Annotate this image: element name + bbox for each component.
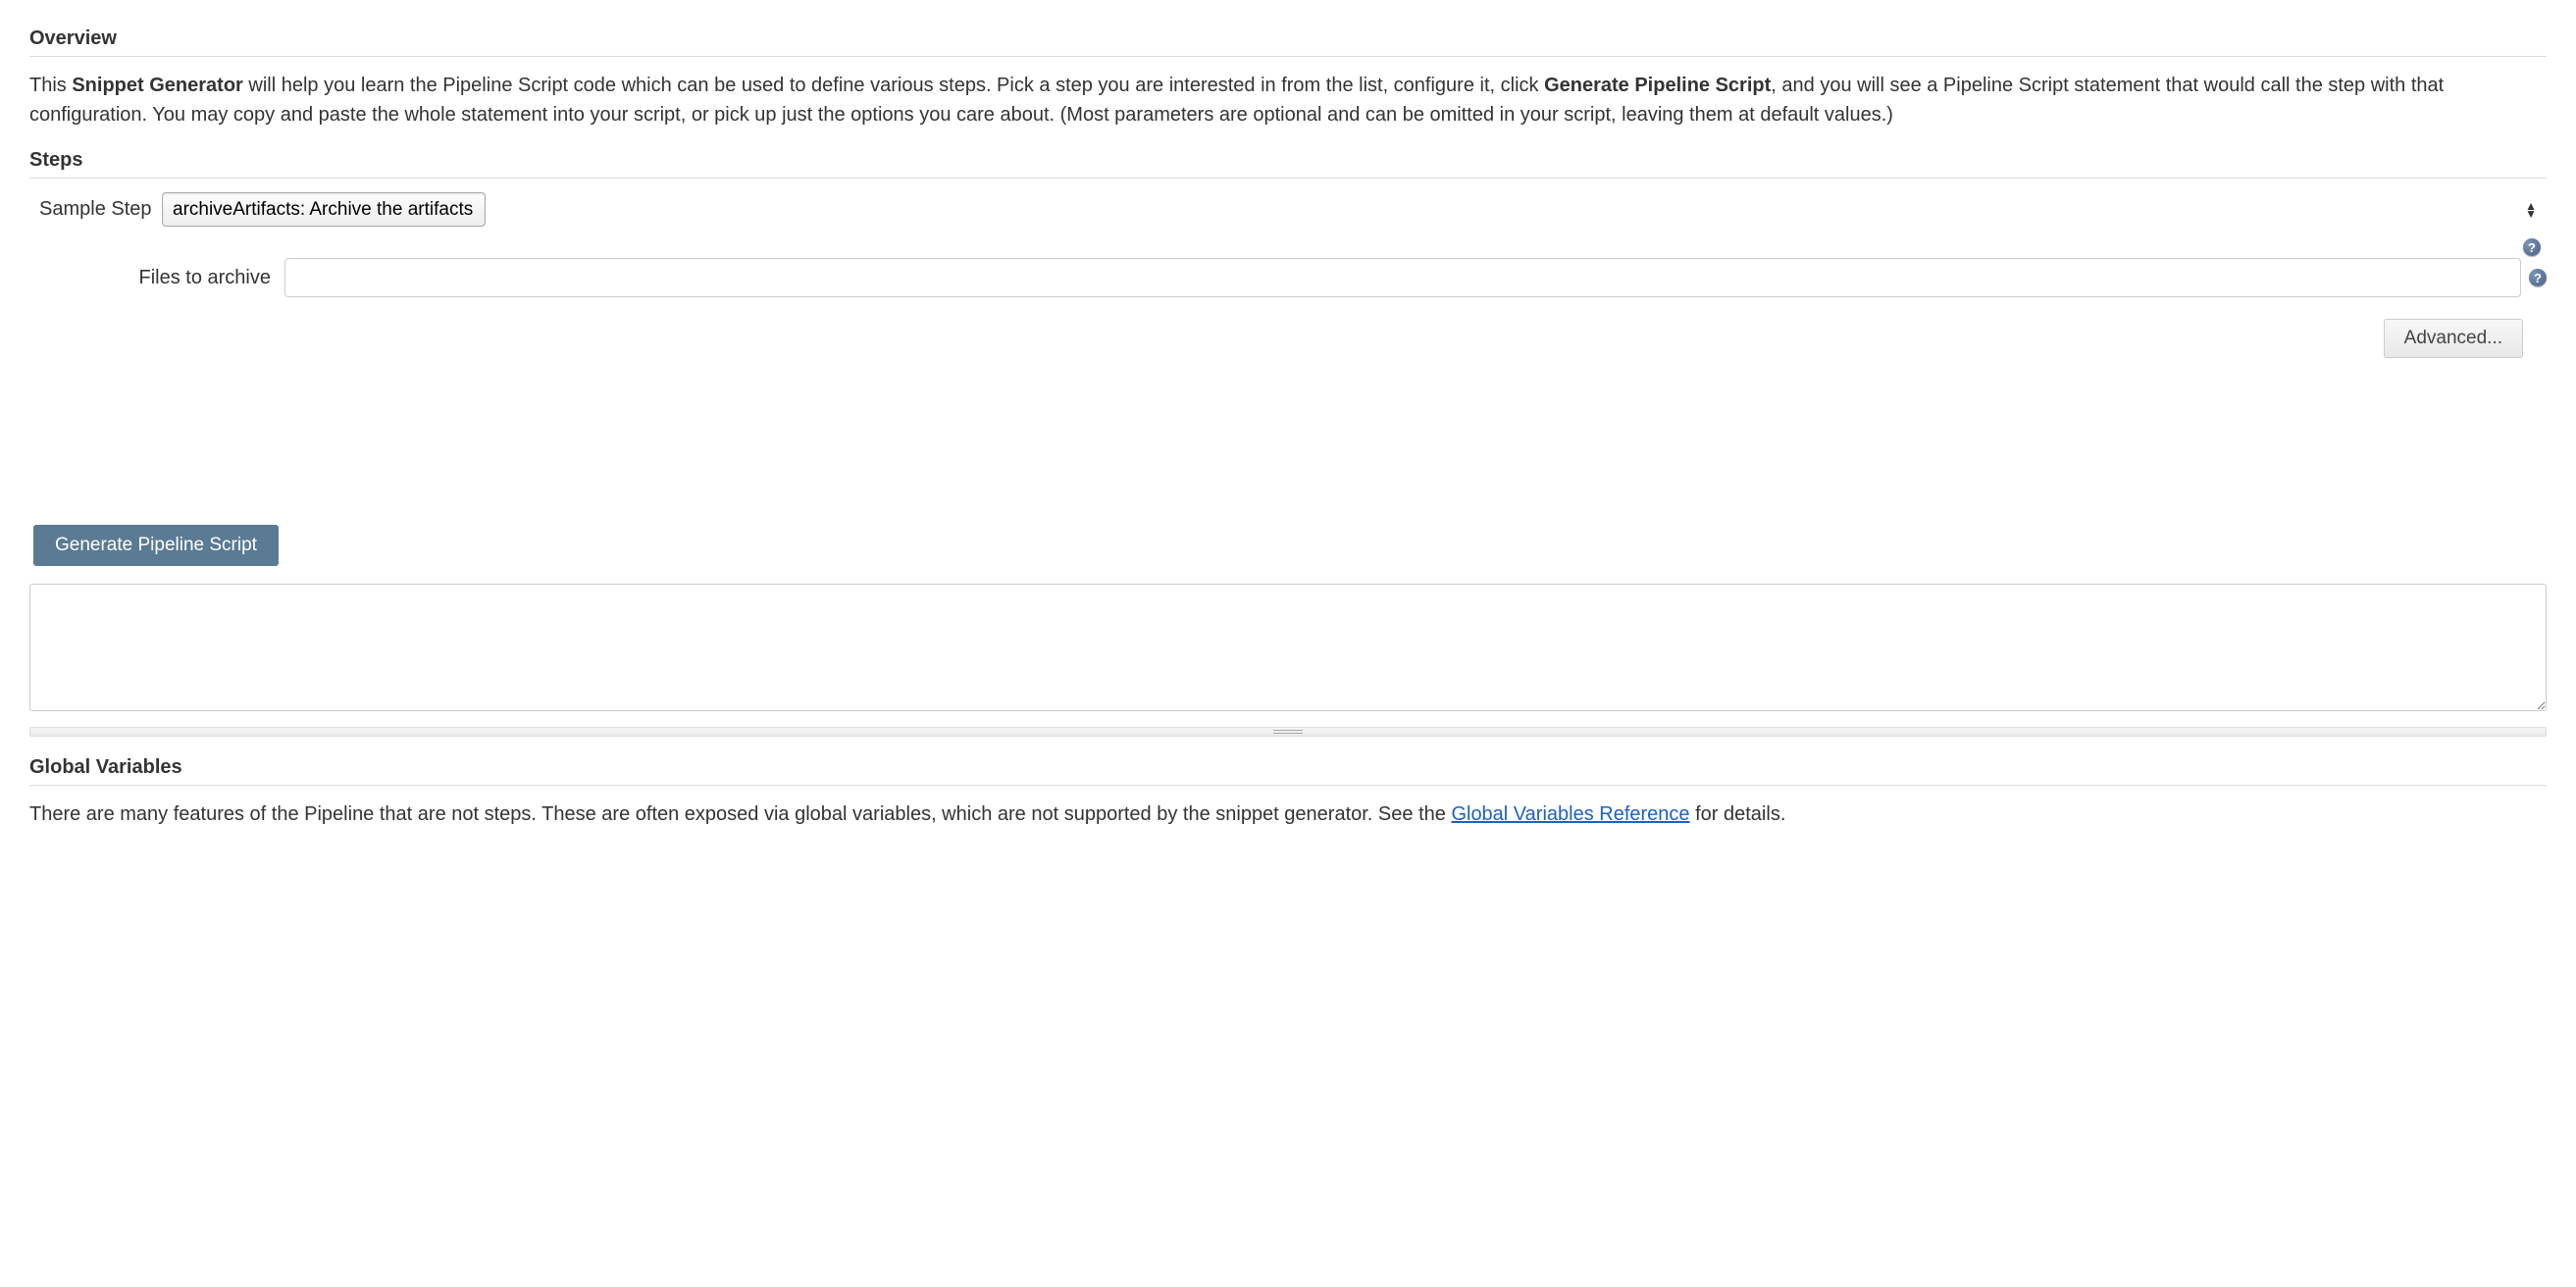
help-row-1: ? bbox=[29, 238, 2547, 256]
help-icon[interactable]: ? bbox=[2529, 269, 2547, 286]
files-to-archive-row: Files to archive ? bbox=[29, 258, 2547, 297]
sample-step-select-wrapper: archiveArtifacts: Archive the artifacts … bbox=[162, 192, 2547, 227]
global-vars-text-1: There are many features of the Pipeline … bbox=[29, 803, 1451, 825]
sample-step-label: Sample Step bbox=[29, 198, 152, 221]
generate-pipeline-script-button[interactable]: Generate Pipeline Script bbox=[33, 525, 279, 566]
files-to-archive-label: Files to archive bbox=[29, 267, 284, 289]
select-arrows-icon: ▲▼ bbox=[2525, 202, 2537, 218]
help-icon[interactable]: ? bbox=[2523, 238, 2541, 256]
advanced-row: Advanced... bbox=[29, 319, 2547, 358]
global-variables-heading: Global Variables bbox=[29, 756, 2547, 786]
resize-divider[interactable] bbox=[29, 727, 2547, 737]
overview-text-1: This bbox=[29, 75, 72, 96]
overview-bold-1: Snippet Generator bbox=[72, 75, 242, 96]
steps-heading: Steps bbox=[29, 149, 2547, 179]
files-to-archive-input[interactable] bbox=[284, 258, 2521, 297]
grip-icon bbox=[1273, 730, 1303, 734]
advanced-button[interactable]: Advanced... bbox=[2384, 319, 2523, 358]
sample-step-row: Sample Step archiveArtifacts: Archive th… bbox=[29, 192, 2547, 227]
overview-text-2: will help you learn the Pipeline Script … bbox=[243, 75, 1544, 96]
overview-bold-2: Generate Pipeline Script bbox=[1544, 75, 1771, 96]
global-variables-description: There are many features of the Pipeline … bbox=[29, 799, 2547, 829]
overview-heading: Overview bbox=[29, 27, 2547, 57]
global-vars-text-2: for details. bbox=[1690, 803, 1786, 825]
pipeline-script-output[interactable] bbox=[29, 584, 2547, 711]
sample-step-select[interactable]: archiveArtifacts: Archive the artifacts bbox=[162, 192, 486, 227]
overview-description: This Snippet Generator will help you lea… bbox=[29, 71, 2547, 129]
global-variables-reference-link[interactable]: Global Variables Reference bbox=[1451, 803, 1689, 825]
